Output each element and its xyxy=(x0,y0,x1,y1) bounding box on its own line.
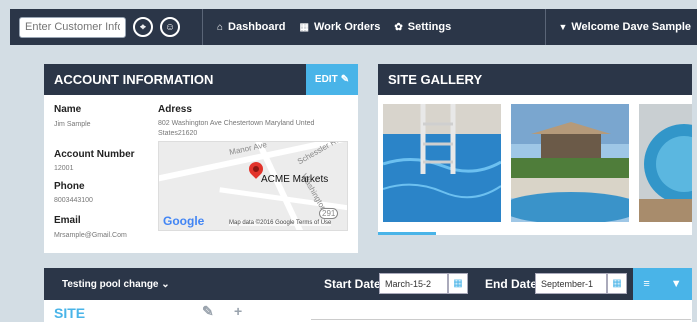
site-gallery-title: SITE GALLERY xyxy=(378,64,692,95)
start-date-input[interactable] xyxy=(379,273,448,294)
gallery-photo-pool-ladder[interactable] xyxy=(383,104,501,222)
address-label: Adress xyxy=(158,104,192,115)
name-label: Name xyxy=(54,104,82,115)
location-map[interactable]: Manor Ave Schessler Rd Washington 291 AC… xyxy=(158,141,348,231)
google-logo: Google xyxy=(163,214,205,228)
mosaic-pool-image xyxy=(639,104,692,222)
caret-down-icon: ▼ xyxy=(558,22,568,32)
view-filter-buttons: ≡ ▼ xyxy=(633,268,692,300)
end-date-label: End Date xyxy=(485,277,538,291)
calendar-icon[interactable]: ▦ xyxy=(607,273,627,294)
nav-dashboard-label: Dashboard xyxy=(228,21,286,33)
user-icon[interactable]: ☺ xyxy=(160,17,180,37)
email-value: Mrsample@Gmail.Com xyxy=(54,232,127,239)
calendar-icon: ▦ xyxy=(299,21,309,33)
nav-work-orders-label: Work Orders xyxy=(313,21,381,33)
nav-settings[interactable]: ✿ Settings xyxy=(394,21,451,33)
route-badge: 291 xyxy=(319,208,339,219)
map-place-label: ACME Markets xyxy=(261,174,329,185)
pencil-icon[interactable]: ✎ xyxy=(202,303,214,320)
edit-account-button[interactable]: EDIT ✎ xyxy=(306,64,358,95)
filter-icon[interactable]: ▼ xyxy=(671,278,682,290)
top-nav-bar: ⌖ ☺ ⌂ Dashboard ▦ Work Orders ✿ Settings… xyxy=(10,9,697,45)
account-number-value: 12001 xyxy=(54,165,74,172)
start-date-label: Start Date xyxy=(324,277,381,291)
account-card-header: ACCOUNT INFORMATION EDIT ✎ xyxy=(44,64,358,95)
phone-label: Phone xyxy=(54,181,85,192)
pencil-icon: ✎ xyxy=(340,74,350,85)
site-gallery-card: SITE GALLERY xyxy=(378,64,692,235)
nav-divider xyxy=(202,9,203,45)
gear-icon: ✿ xyxy=(394,21,403,33)
nav-work-orders[interactable]: ▦ Work Orders xyxy=(300,21,381,33)
nav-dashboard[interactable]: ⌂ Dashboard xyxy=(217,21,286,33)
account-card-title: ACCOUNT INFORMATION xyxy=(54,72,214,87)
name-value: Jim Sample xyxy=(54,121,91,128)
pool-ladder-image xyxy=(383,104,501,222)
customer-search-input[interactable] xyxy=(19,16,126,38)
pool-selector[interactable]: Testing pool change ⌄ xyxy=(62,279,170,290)
account-information-card: ACCOUNT INFORMATION EDIT ✎ Name Jim Samp… xyxy=(44,64,358,253)
gallery-photo-poolside[interactable] xyxy=(511,104,629,222)
user-menu[interactable]: ▼ Welcome Dave Sample xyxy=(545,9,697,45)
site-divider xyxy=(311,319,691,320)
poolside-image xyxy=(511,104,629,222)
map-attribution[interactable]: Map data ©2016 Google Terms of Use xyxy=(229,220,332,226)
globe-icon[interactable]: ⌖ xyxy=(133,17,153,37)
date-filter-toolbar: Testing pool change ⌄ Start Date ▦ End D… xyxy=(44,268,692,300)
map-pin-dot xyxy=(253,166,259,172)
pool-selector-label: Testing pool change xyxy=(62,278,159,290)
site-panel: SITE ✎ + xyxy=(44,300,692,322)
nav-settings-label: Settings xyxy=(407,21,452,33)
phone-value: 8003443100 xyxy=(54,197,93,204)
account-number-label: Account Number xyxy=(54,149,135,160)
address-value: 802 Washington Ave Chestertown Maryland … xyxy=(158,120,315,137)
end-date-input[interactable] xyxy=(535,273,607,294)
email-label: Email xyxy=(54,215,81,226)
home-icon: ⌂ xyxy=(217,21,224,33)
edit-label: EDIT xyxy=(314,74,338,85)
calendar-icon[interactable]: ▦ xyxy=(448,273,468,294)
gallery-scroll-indicator[interactable] xyxy=(378,232,436,235)
site-title: SITE xyxy=(54,305,86,321)
welcome-text: Welcome Dave Sample xyxy=(571,21,691,33)
plus-icon[interactable]: + xyxy=(234,303,242,319)
chevron-down-icon: ⌄ xyxy=(161,278,170,290)
list-icon[interactable]: ≡ xyxy=(643,278,649,290)
gallery-photo-mosaic-pool[interactable] xyxy=(639,104,692,222)
